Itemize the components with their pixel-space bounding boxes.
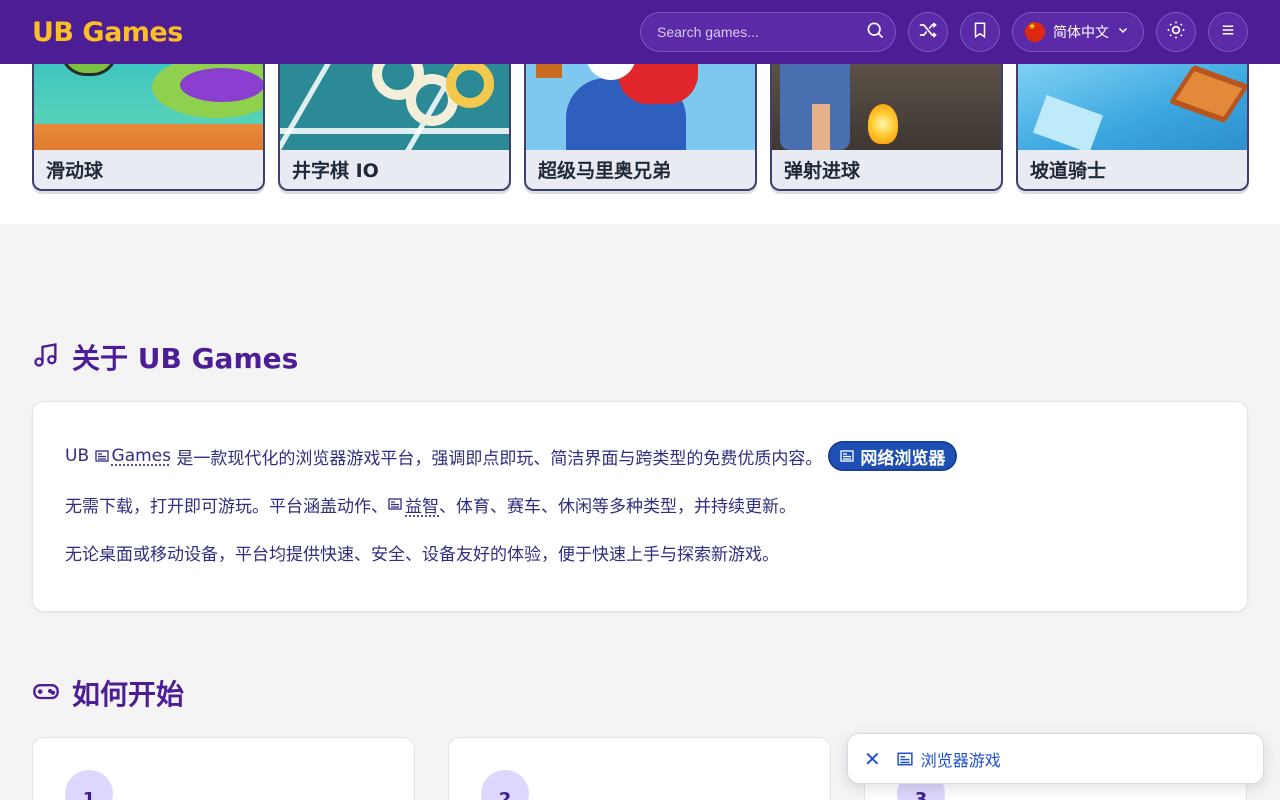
- browser-games-toast: ✕ 浏览器游戏: [847, 733, 1264, 784]
- game-title: 滑动球: [34, 150, 263, 189]
- about-section-header: 关于 UB Games: [32, 337, 298, 377]
- game-thumbnail: [34, 64, 263, 150]
- game-title: 坡道骑士: [1018, 150, 1247, 189]
- shuffle-icon: [918, 20, 938, 44]
- browser-games-label: 浏览器游戏: [921, 747, 1001, 771]
- close-icon[interactable]: ✕: [864, 749, 881, 769]
- bookmark-icon: [971, 21, 989, 43]
- random-game-button[interactable]: [908, 12, 948, 52]
- web-browser-tag-label: 网络浏览器: [860, 444, 945, 469]
- start-section-header: 如何开始: [32, 673, 184, 713]
- about-text: 无需下载，打开即可游玩。平台涵盖动作、: [65, 492, 388, 517]
- web-browser-tag[interactable]: 网络浏览器: [828, 441, 957, 471]
- step-card: 2: [448, 737, 831, 800]
- gamepad-icon: [32, 677, 60, 709]
- newspaper-icon: [388, 498, 402, 510]
- china-flag-icon: [1025, 22, 1045, 42]
- browser-games-link[interactable]: 浏览器游戏: [897, 747, 1001, 771]
- bookmarks-button[interactable]: [960, 12, 1000, 52]
- puzzle-link[interactable]: 益智: [388, 492, 439, 517]
- game-strip: 滑动球 井字棋 IO 超级马里奥兄弟 弹射进球 坡道骑士: [0, 64, 1280, 224]
- newspaper-icon: [897, 752, 913, 766]
- game-thumbnail: [772, 64, 1001, 150]
- about-paragraph-2: 无需下载，打开即可游玩。平台涵盖动作、 益智 、体育、赛车、休闲等多种类型，并持…: [65, 480, 1215, 528]
- music-note-icon: [32, 341, 60, 373]
- start-heading: 如何开始: [72, 673, 184, 713]
- site-logo[interactable]: UB Games: [32, 17, 183, 48]
- about-text: UB: [65, 446, 89, 466]
- games-link[interactable]: Games: [95, 446, 171, 466]
- step-number: 1: [65, 770, 113, 800]
- hamburger-menu-icon: [1219, 21, 1237, 43]
- language-selector[interactable]: 简体中文: [1012, 12, 1144, 52]
- about-paragraph-1: UB Games 是一款现代化的浏览器游戏平台，强调即点即玩、简洁界面与跨类型的…: [65, 432, 1215, 480]
- game-title: 弹射进球: [772, 150, 1001, 189]
- about-text: 是一款现代化的浏览器游戏平台，强调即点即玩、简洁界面与跨类型的免费优质内容。: [176, 444, 822, 469]
- header-actions: 简体中文: [640, 12, 1248, 52]
- game-card[interactable]: 坡道骑士: [1016, 64, 1249, 191]
- step-number: 2: [481, 770, 529, 800]
- game-title: 超级马里奥兄弟: [526, 150, 755, 189]
- theme-toggle-button[interactable]: [1156, 12, 1196, 52]
- menu-button[interactable]: [1208, 12, 1248, 52]
- game-thumbnail: [1018, 64, 1247, 150]
- puzzle-link-label: 益智: [405, 492, 439, 517]
- about-paragraph-3: 无论桌面或移动设备，平台均提供快速、安全、设备友好的体验，便于快速上手与探索新游…: [65, 528, 1215, 576]
- game-card[interactable]: 滑动球: [32, 64, 265, 191]
- newspaper-icon: [95, 450, 109, 462]
- game-card[interactable]: 井字棋 IO: [278, 64, 511, 191]
- game-card-list: 滑动球 井字棋 IO 超级马里奥兄弟 弹射进球 坡道骑士: [32, 64, 1249, 191]
- sun-icon: [1166, 20, 1186, 44]
- chevron-down-icon: [1117, 24, 1129, 40]
- games-link-label: Games: [112, 446, 171, 466]
- about-text: 、体育、赛车、休闲等多种类型，并持续更新。: [439, 492, 796, 517]
- game-thumbnail: [526, 64, 755, 150]
- game-thumbnail: [280, 64, 509, 150]
- top-header: UB Games 简体中文: [0, 0, 1280, 64]
- about-heading: 关于 UB Games: [72, 337, 298, 377]
- language-label: 简体中文: [1053, 22, 1109, 42]
- about-card: UB Games 是一款现代化的浏览器游戏平台，强调即点即玩、简洁界面与跨类型的…: [32, 401, 1248, 612]
- game-card[interactable]: 弹射进球: [770, 64, 1003, 191]
- search-box: [640, 12, 896, 52]
- search-icon[interactable]: [865, 20, 885, 44]
- newspaper-icon: [840, 450, 854, 462]
- game-card[interactable]: 超级马里奥兄弟: [524, 64, 757, 191]
- search-input[interactable]: [657, 24, 865, 40]
- step-card: 1: [32, 737, 415, 800]
- game-title: 井字棋 IO: [280, 150, 509, 189]
